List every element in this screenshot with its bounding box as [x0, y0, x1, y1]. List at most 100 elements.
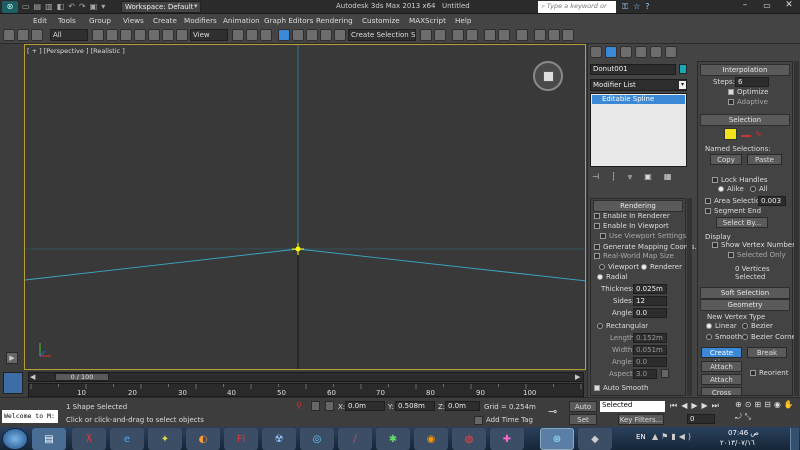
app-task-icon-6[interactable]: ✱ — [376, 428, 410, 450]
selection-header[interactable]: Selection — [700, 114, 790, 126]
snap-toggle-icon[interactable] — [278, 29, 290, 41]
bezier-radio[interactable]: Bezier — [742, 322, 773, 330]
spinner-snap-icon[interactable] — [320, 29, 332, 41]
angle-snap-icon[interactable] — [292, 29, 304, 41]
linear-radio[interactable]: Linear — [706, 322, 737, 330]
auto-smooth-checkbox[interactable]: Auto Smooth — [594, 384, 685, 392]
paste-button[interactable]: Paste — [747, 154, 782, 165]
utilities-tab-icon[interactable] — [665, 46, 677, 58]
absolute-mode-icon[interactable] — [325, 401, 334, 411]
select-manipulate-icon[interactable] — [246, 29, 258, 41]
modifier-stack-item[interactable]: Editable Spline — [592, 95, 685, 104]
percent-snap-icon[interactable] — [306, 29, 318, 41]
render-production-icon[interactable] — [562, 29, 574, 41]
rendered-frame-icon[interactable] — [548, 29, 560, 41]
clock-time[interactable]: 07:46 ص — [728, 429, 759, 437]
optimize-checkbox[interactable]: Optimize — [728, 88, 768, 96]
break-button[interactable]: Break — [747, 347, 787, 358]
app-task-icon-1[interactable]: ✦ — [148, 428, 182, 450]
left-rollout-scrollbar[interactable] — [687, 198, 692, 396]
menu-group[interactable]: Group — [89, 16, 111, 25]
select-by-name-icon[interactable] — [106, 29, 118, 41]
scale-icon[interactable] — [176, 29, 188, 41]
adaptive-checkbox[interactable]: Adaptive — [728, 98, 768, 106]
language-indicator[interactable]: EN — [636, 433, 646, 441]
x-coord-field[interactable]: 0.0m — [345, 401, 385, 411]
perspective-viewport[interactable]: [ + ] [Perspective ] [Realistic ] — [24, 44, 586, 370]
curve-editor-icon[interactable] — [484, 29, 496, 41]
show-desktop-button[interactable] — [790, 428, 799, 450]
renderer-radio[interactable]: Renderer — [641, 263, 685, 271]
hierarchy-tab-icon[interactable] — [620, 46, 632, 58]
thickness-spinner[interactable]: 0.025m — [633, 284, 667, 294]
time-slider[interactable]: 0 / 100 ◀ ▶ — [28, 372, 584, 382]
rectangular-radio[interactable]: Rectangular — [597, 322, 685, 330]
modifier-list-dropdown[interactable]: Modifier List — [590, 79, 687, 91]
rotate-icon[interactable] — [162, 29, 174, 41]
use-viewport-settings-checkbox[interactable]: Use Viewport Settings — [600, 232, 686, 240]
start-button[interactable] — [2, 428, 28, 450]
menu-animation[interactable]: Animation — [223, 16, 260, 25]
menu-customize[interactable]: Customize — [362, 16, 400, 25]
infocenter-icons[interactable]: ⚿☆? — [622, 2, 655, 12]
auto-key-button[interactable]: Auto Key — [569, 401, 597, 421]
ie-task-icon[interactable]: e — [110, 428, 144, 450]
add-time-tag-button[interactable]: Add Time Tag — [486, 416, 533, 424]
material-editor-icon[interactable] — [516, 29, 528, 41]
app-logo-icon[interactable]: ⊛ — [2, 1, 18, 13]
select-by-button[interactable]: Select By... — [716, 217, 768, 228]
viewcube-icon[interactable] — [533, 61, 563, 91]
move-icon[interactable] — [148, 29, 160, 41]
enable-in-renderer-checkbox[interactable]: Enable In Renderer — [594, 212, 685, 220]
tray-icons[interactable]: ▲⚑▮◀) — [652, 432, 694, 441]
geometry-header[interactable]: Geometry — [700, 299, 790, 311]
unlink-icon[interactable] — [31, 29, 43, 41]
reorient-checkbox[interactable]: Reorient — [750, 369, 788, 377]
nav-controls[interactable]: ⊕⊙⊞⊟◉✋⤾⤡ — [735, 399, 798, 425]
gen-mapping-checkbox[interactable]: Generate Mapping Coords. — [594, 243, 697, 251]
lock-selection-icon[interactable] — [311, 401, 320, 411]
menu-views[interactable]: Views — [123, 16, 144, 25]
named-selection-dropdown[interactable]: Create Selection Se — [348, 29, 416, 41]
window-crossing-icon[interactable] — [134, 29, 146, 41]
mini-curve-editor-button[interactable] — [3, 372, 23, 394]
key-filters-button[interactable]: Key Filters... — [618, 414, 664, 425]
lock-handles-checkbox[interactable]: Lock Handles — [712, 176, 768, 184]
app-task-icon-4[interactable]: ◎ — [300, 428, 334, 450]
copy-button[interactable]: Copy — [710, 154, 742, 165]
width-spinner[interactable]: 0.051m — [633, 345, 667, 355]
current-frame-field[interactable]: 0 — [687, 414, 715, 424]
explorer-task-icon[interactable]: ▤ — [32, 428, 66, 450]
quick-access-icons[interactable]: ▭▤▥◧↶↷▣▾ — [22, 2, 117, 12]
attach-mult-button[interactable]: Attach Mult. — [701, 374, 742, 394]
aspect-lock-icon[interactable] — [661, 369, 669, 378]
select-object-icon[interactable] — [92, 29, 104, 41]
graphite-ribbon-icon[interactable] — [466, 29, 478, 41]
menu-create[interactable]: Create — [153, 16, 177, 25]
workspace-dropdown[interactable]: Workspace: Default — [121, 1, 201, 13]
spline-mode-icon[interactable]: ∿ — [755, 130, 766, 138]
menu-graph-editors[interactable]: Graph Editors — [264, 16, 313, 25]
menu-help[interactable]: Help — [455, 16, 471, 25]
firefox-task-icon[interactable]: ◉ — [414, 428, 448, 450]
area-selection-spinner[interactable]: 0.003 — [758, 196, 786, 206]
selected-only-checkbox[interactable]: Selected Only — [728, 251, 786, 259]
menu-maxscript[interactable]: MAXScript — [409, 16, 446, 25]
menu-tools[interactable]: Tools — [58, 16, 76, 25]
render-setup-icon[interactable] — [534, 29, 546, 41]
time-next-icon[interactable]: ▶ — [575, 373, 580, 381]
alike-radio[interactable]: Alike — [718, 185, 744, 193]
show-vertex-numbers-checkbox[interactable]: Show Vertex Numbers — [712, 241, 799, 249]
keyboard-shortcut-icon[interactable] — [260, 29, 272, 41]
selection-filter-dropdown[interactable]: All — [50, 29, 88, 41]
time-slider-thumb[interactable]: 0 / 100 — [55, 373, 109, 381]
pivot-icon[interactable] — [232, 29, 244, 41]
layer-manager-icon[interactable] — [452, 29, 464, 41]
modify-tab-icon[interactable] — [605, 46, 617, 58]
create-line-button[interactable]: Create Line — [701, 347, 742, 367]
undo-icon[interactable] — [3, 29, 15, 41]
app-task-icon-5[interactable]: ⧸ — [338, 428, 372, 450]
cross-section-button[interactable]: Cross Section — [701, 387, 742, 396]
menu-rendering[interactable]: Rendering — [316, 16, 353, 25]
expand-button[interactable]: ▶ — [6, 352, 18, 364]
